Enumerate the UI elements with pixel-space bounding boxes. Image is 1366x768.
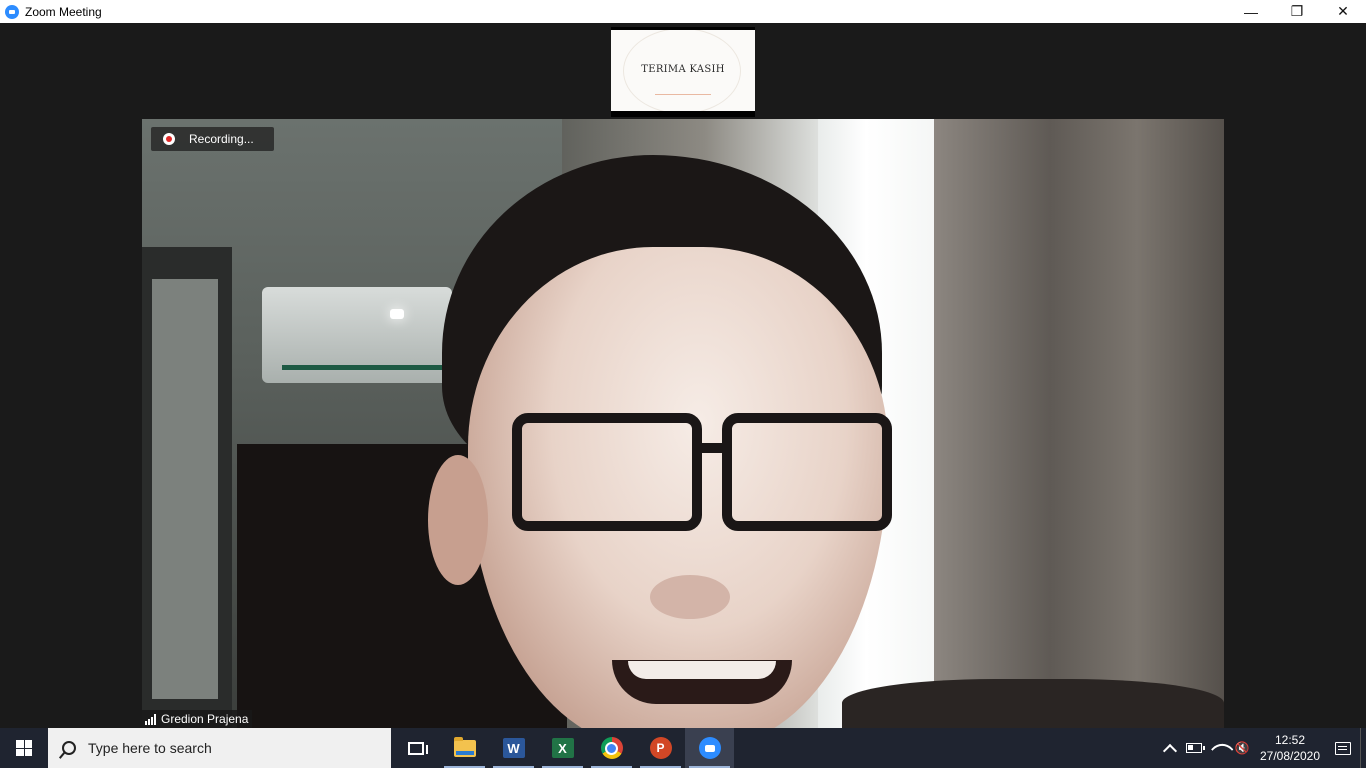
- person-hand: [842, 679, 1224, 728]
- clock-date: 27/08/2020: [1259, 749, 1321, 763]
- excel-icon: X: [551, 738, 574, 758]
- recording-label: Recording...: [189, 132, 254, 146]
- word-icon: W: [502, 738, 525, 758]
- task-view-button[interactable]: [391, 728, 440, 768]
- minimize-button[interactable]: —: [1228, 0, 1274, 23]
- chrome-icon: [600, 737, 623, 759]
- close-button[interactable]: ✕: [1320, 0, 1366, 23]
- restore-button[interactable]: ❐: [1274, 0, 1320, 23]
- chevron-up-icon: [1162, 743, 1178, 758]
- search-placeholder: Type here to search: [88, 740, 212, 756]
- person-nose: [650, 575, 730, 619]
- shared-screen-thumbnail[interactable]: TERIMA KASIH: [611, 27, 755, 117]
- excel-button[interactable]: X: [538, 728, 587, 768]
- battery-icon: [1186, 743, 1205, 753]
- participant-person: [428, 155, 922, 728]
- system-clock[interactable]: 12:52 27/08/2020: [1254, 732, 1326, 764]
- window-titlebar: Zoom Meeting — ❐ ✕: [0, 0, 1366, 23]
- video-background-curtain: [934, 119, 1224, 728]
- record-icon: [163, 133, 175, 145]
- windows-taskbar: Type here to search W X P 🔇 12:52 27/08/…: [0, 728, 1366, 768]
- start-button[interactable]: [0, 728, 48, 768]
- clock-time: 12:52: [1274, 733, 1306, 747]
- video-background-door-inner: [152, 279, 218, 699]
- powerpoint-button[interactable]: P: [636, 728, 685, 768]
- notification-icon: [1335, 741, 1351, 755]
- folder-icon: [453, 736, 476, 757]
- chrome-button[interactable]: [587, 728, 636, 768]
- network-button[interactable]: [1206, 728, 1234, 768]
- show-desktop-button[interactable]: [1360, 728, 1366, 768]
- taskbar-search-box[interactable]: Type here to search: [48, 728, 391, 768]
- person-glasses: [482, 413, 892, 541]
- zoom-app-icon: [5, 4, 19, 19]
- volume-button[interactable]: 🔇: [1230, 728, 1254, 768]
- file-explorer-button[interactable]: [440, 728, 489, 768]
- action-center-button[interactable]: [1326, 728, 1360, 768]
- search-icon: [62, 741, 76, 755]
- signal-strength-icon: [145, 713, 156, 725]
- recording-indicator[interactable]: Recording...: [151, 127, 274, 151]
- person-ear: [428, 455, 488, 585]
- task-view-icon: [407, 741, 428, 755]
- volume-muted-icon: 🔇: [1234, 741, 1250, 755]
- zoom-icon: [698, 737, 721, 759]
- participant-name-tag: Gredion Prajena: [142, 710, 253, 728]
- video-background-ac-light: [390, 309, 404, 319]
- glasses-left-lens: [512, 413, 702, 531]
- glasses-right-lens: [722, 413, 892, 531]
- slide-title: TERIMA KASIH: [641, 64, 725, 75]
- taskbar-apps: W X P: [391, 728, 734, 768]
- window-controls: — ❐ ✕: [1228, 0, 1366, 23]
- powerpoint-icon: P: [649, 737, 672, 759]
- system-tray: 🔇 12:52 27/08/2020: [1158, 728, 1366, 768]
- participant-video[interactable]: Recording... Gredion Prajena: [142, 119, 1224, 728]
- participant-name: Gredion Prajena: [161, 712, 249, 726]
- slide-preview: TERIMA KASIH: [611, 30, 755, 111]
- window-title: Zoom Meeting: [25, 4, 102, 19]
- show-hidden-icons-button[interactable]: [1158, 728, 1182, 768]
- slide-underline: [655, 94, 711, 95]
- meeting-area: TERIMA KASIH Recording... Gredion Prajen…: [0, 23, 1366, 728]
- video-background-ac-stripe: [282, 365, 442, 370]
- battery-button[interactable]: [1182, 728, 1206, 768]
- zoom-button[interactable]: [685, 728, 734, 768]
- word-button[interactable]: W: [489, 728, 538, 768]
- person-teeth: [628, 661, 776, 679]
- windows-logo-icon: [16, 740, 32, 756]
